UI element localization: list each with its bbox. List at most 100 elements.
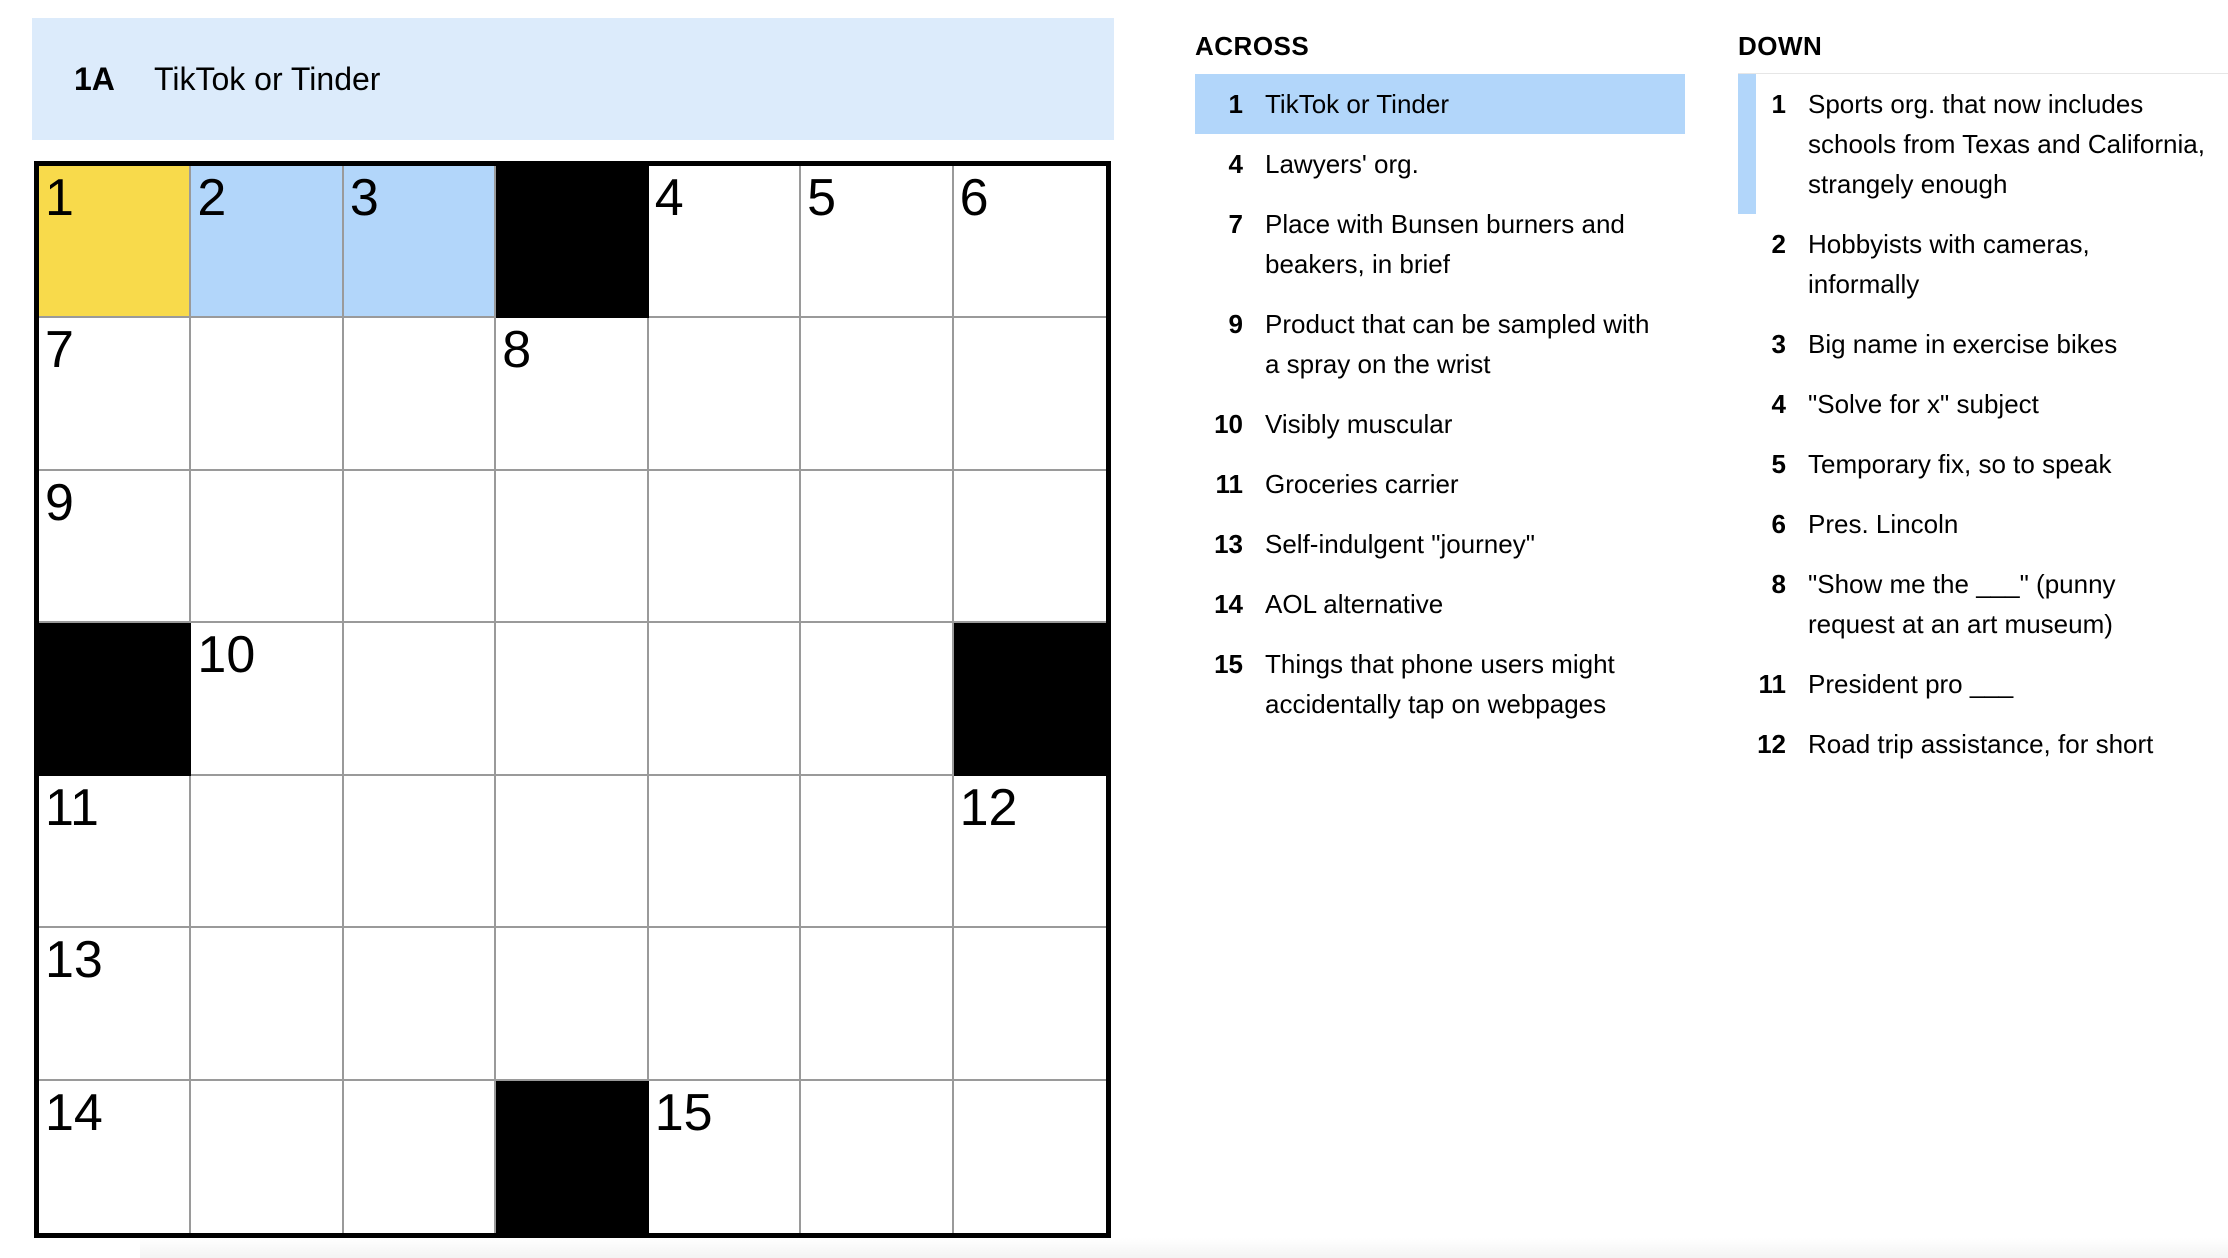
grid-cell[interactable]	[343, 470, 497, 624]
grid-cell[interactable]	[496, 623, 649, 776]
grid-cell[interactable]	[801, 623, 954, 776]
across-clue-item[interactable]: 7 Place with Bunsen burners and beakers, …	[1195, 194, 1685, 294]
grid-cell[interactable]	[191, 318, 344, 471]
grid-cell[interactable]: 3	[343, 166, 497, 319]
down-clue-item[interactable]: 2 Hobbyists with cameras, informally	[1738, 214, 2228, 314]
grid-cell[interactable]: 9	[39, 470, 192, 624]
current-clue-text: TikTok or Tinder	[154, 60, 381, 97]
clue-text: Pres. Lincoln	[1808, 509, 1959, 539]
down-clue-item[interactable]: 8 "Show me the ___" (punny request at an …	[1738, 554, 2228, 654]
cell-number: 13	[45, 931, 103, 990]
down-clue-item[interactable]: 6 Pres. Lincoln	[1738, 494, 2228, 554]
down-clue-item[interactable]: 11 President pro ___	[1738, 654, 2228, 714]
grid-cell[interactable]	[648, 623, 802, 776]
clue-text: Big name in exercise bikes	[1808, 329, 2118, 359]
down-clue-item[interactable]: 12 Road trip assistance, for short	[1738, 714, 2228, 774]
grid-cell[interactable]: 4	[648, 166, 802, 319]
clue-number: 4	[1771, 389, 1786, 419]
grid-cell[interactable]	[801, 775, 954, 929]
across-title: ACROSS	[1195, 31, 1310, 61]
across-clue-item[interactable]: 14 AOL alternative	[1195, 574, 1685, 634]
grid-cell[interactable]	[496, 928, 649, 1081]
down-clue-item[interactable]: 3 Big name in exercise bikes	[1738, 314, 2228, 374]
grid-cell[interactable]	[801, 1080, 954, 1233]
grid-cell[interactable]: 5	[801, 166, 954, 319]
clue-text: Groceries carrier	[1265, 469, 1459, 499]
across-clue-list: ACROSS 1 TikTok or Tinder 4 Lawyers' org. 7 P…	[1195, 30, 1685, 734]
clue-text: Things that phone users might accidental…	[1265, 649, 1615, 719]
down-clue-list: DOWN 1 Sports org. that now includes scho…	[1738, 30, 2228, 774]
clue-text: Product that can be sampled with a spray…	[1265, 309, 1650, 379]
clue-number: 11	[1758, 669, 1787, 699]
grid-cell[interactable]: 6	[953, 166, 1106, 319]
grid-cell[interactable]: 2	[191, 166, 344, 319]
grid-cell[interactable]: 13	[39, 928, 192, 1081]
grid-cell[interactable]: 15	[648, 1080, 802, 1233]
cell-number: 14	[45, 1083, 103, 1142]
across-clue-item[interactable]: 15 Things that phone users might accident…	[1195, 634, 1685, 734]
clue-number: 6	[1771, 509, 1786, 539]
grid-cell[interactable]	[953, 1080, 1106, 1233]
across-clue-item[interactable]: 9 Product that can be sampled with a spra…	[1195, 294, 1685, 394]
grid-cell[interactable]	[343, 928, 497, 1081]
grid-cell[interactable]	[801, 470, 954, 624]
grid-cell[interactable]	[648, 470, 802, 624]
grid-cell[interactable]	[191, 775, 344, 929]
across-clue-item[interactable]: 4 Lawyers' org.	[1195, 134, 1685, 194]
grid-cell[interactable]	[191, 470, 344, 624]
across-clue-item[interactable]: 10 Visibly muscular	[1195, 394, 1685, 454]
clue-text: TikTok or Tinder	[1265, 89, 1449, 119]
grid-cell[interactable]	[953, 928, 1106, 1081]
clue-number: 8	[1771, 569, 1786, 599]
grid-cell[interactable]: 11	[39, 775, 192, 929]
cell-number: 10	[197, 626, 256, 685]
clue-text: Self-indulgent "journey"	[1265, 529, 1535, 559]
clue-text: "Solve for x" subject	[1808, 389, 2039, 419]
down-clue-item[interactable]: 5 Temporary fix, so to speak	[1738, 434, 2228, 494]
grid-cell[interactable]	[191, 928, 344, 1081]
grid-cell[interactable]	[343, 1080, 497, 1233]
down-clue-item[interactable]: 4 "Solve for x" subject	[1738, 374, 2228, 434]
grid-cell[interactable]	[953, 470, 1106, 624]
grid-cell[interactable]	[801, 318, 954, 471]
grid-cell[interactable]: 10	[191, 623, 344, 776]
clue-number: 4	[1228, 149, 1243, 179]
crossword-grid[interactable]: 1 2 3 4 5 6 7 8 9 10 11 12 13 14 15	[34, 161, 1111, 1238]
cell-number: 11	[45, 778, 99, 837]
cell-number: 5	[807, 169, 837, 227]
clue-text: Road trip assistance, for short	[1808, 729, 2154, 759]
grid-cell[interactable]	[648, 775, 802, 929]
grid-cell[interactable]	[801, 928, 954, 1081]
cell-number: 15	[654, 1083, 713, 1142]
grid-cell[interactable]	[496, 470, 649, 624]
cell-number: 3	[349, 169, 379, 227]
across-clue-item[interactable]: 1 TikTok or Tinder	[1195, 74, 1685, 134]
clue-text: President pro ___	[1808, 669, 2014, 699]
clue-number: 1	[1228, 89, 1243, 119]
clue-number: 5	[1771, 449, 1786, 479]
grid-cell[interactable]	[648, 318, 802, 471]
grid-cell[interactable]	[648, 928, 802, 1081]
block-cell	[496, 166, 649, 319]
grid-cell[interactable]	[191, 1080, 344, 1233]
down-clue-item[interactable]: 1 Sports org. that now includes schools f…	[1738, 74, 2228, 214]
grid-cell[interactable]: 8	[496, 318, 649, 471]
across-clue-item[interactable]: 11 Groceries carrier	[1195, 454, 1685, 514]
grid-cell[interactable]: 1	[39, 166, 192, 319]
block-cell	[39, 623, 192, 776]
grid-cell[interactable]	[343, 775, 497, 929]
clue-number: 1	[1771, 89, 1786, 119]
clue-text: Visibly muscular	[1265, 409, 1453, 439]
clue-number: 11	[1215, 469, 1244, 499]
grid-cell[interactable]: 12	[953, 775, 1106, 929]
grid-cell[interactable]: 7	[39, 318, 192, 471]
grid-cell[interactable]	[496, 775, 649, 929]
clue-number: 10	[1214, 409, 1243, 439]
grid-cell[interactable]	[343, 318, 497, 471]
clue-number: 12	[1757, 729, 1786, 759]
grid-cell[interactable]: 14	[39, 1080, 192, 1233]
clue-number: 9	[1228, 309, 1243, 339]
across-clue-item[interactable]: 13 Self-indulgent "journey"	[1195, 514, 1685, 574]
grid-cell[interactable]	[953, 318, 1106, 471]
grid-cell[interactable]	[343, 623, 497, 776]
